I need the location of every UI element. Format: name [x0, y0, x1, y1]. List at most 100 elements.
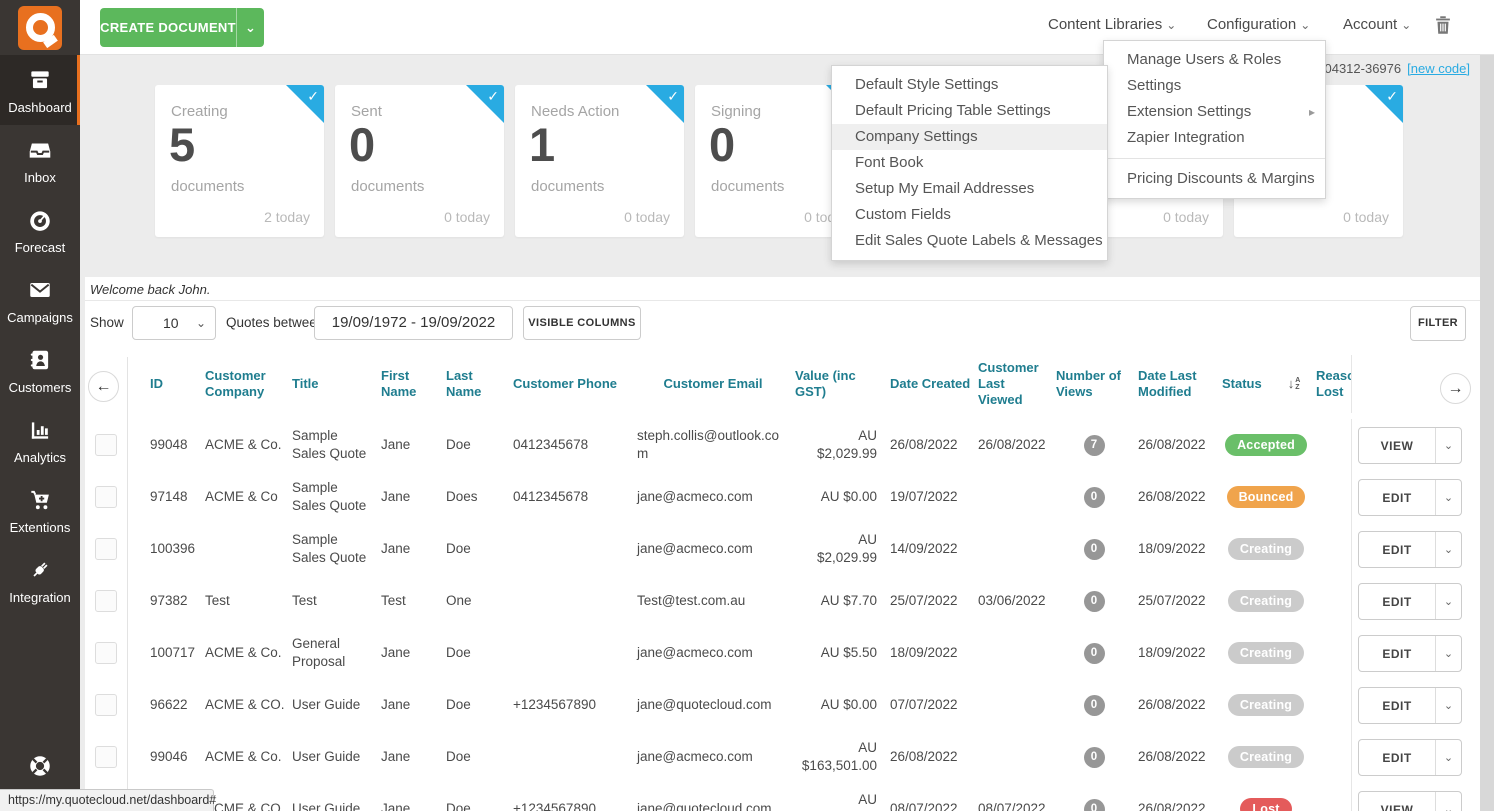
create-document-button[interactable]: CREATE DOCUMENT ⌄ — [100, 8, 264, 47]
card-today-count: 0 today — [624, 209, 670, 225]
edit-button[interactable]: EDIT⌄ — [1358, 687, 1462, 724]
column-header-last[interactable]: Last Name — [446, 368, 513, 401]
cell-created: 26/08/2022 — [890, 436, 978, 454]
edit-button[interactable]: EDIT⌄ — [1358, 531, 1462, 568]
column-header-reason[interactable]: Reason Lost — [1316, 368, 1352, 401]
row-checkbox[interactable] — [95, 694, 117, 716]
chevron-down-icon[interactable]: ⌄ — [1435, 740, 1461, 775]
column-header-created[interactable]: Date Created — [890, 376, 978, 392]
edit-button[interactable]: EDIT⌄ — [1358, 739, 1462, 776]
sidebar-item-customers[interactable]: Customers — [0, 335, 80, 405]
nav-account[interactable]: Account⌄ — [1343, 16, 1411, 33]
sidebar-item-integration[interactable]: Integration — [0, 545, 80, 615]
quotes-between-label: Quotes between — [226, 315, 324, 330]
sidebar-item-forecast[interactable]: Forecast — [0, 195, 80, 265]
row-checkbox[interactable] — [95, 486, 117, 508]
view-button[interactable]: VIEW⌄ — [1358, 791, 1462, 811]
menu-item-extension-settings[interactable]: Extension Settings▸ — [1104, 99, 1325, 125]
edit-button[interactable]: EDIT⌄ — [1358, 583, 1462, 620]
sidebar-item-inbox[interactable]: Inbox — [0, 125, 80, 195]
column-header-phone[interactable]: Customer Phone — [513, 376, 637, 392]
trash-icon[interactable] — [1432, 14, 1454, 38]
column-header-last_viewed[interactable]: Customer Last Viewed — [978, 360, 1056, 409]
views-count-badge: 0 — [1084, 799, 1105, 811]
visible-columns-button[interactable]: VISIBLE COLUMNS — [523, 306, 641, 340]
sidebar-item-campaigns[interactable]: Campaigns — [0, 265, 80, 335]
divider — [85, 300, 1480, 301]
cell-status: Creating — [1222, 746, 1316, 768]
quotecloud-logo-icon[interactable] — [18, 6, 62, 50]
menu-item-custom-fields[interactable]: Custom Fields — [832, 202, 1107, 228]
cell-email: steph.collis@outlook.com — [637, 427, 795, 462]
row-checkbox[interactable] — [95, 590, 117, 612]
nav-content-libraries[interactable]: Content Libraries⌄ — [1048, 16, 1176, 33]
chevron-down-icon[interactable]: ⌄ — [1435, 480, 1461, 515]
card-count: 5 — [169, 117, 195, 172]
row-checkbox[interactable] — [95, 538, 117, 560]
menu-item-setup-my-email-addresses[interactable]: Setup My Email Addresses — [832, 176, 1107, 202]
sidebar-item-extentions[interactable]: Extentions — [0, 475, 80, 545]
nav-configuration[interactable]: Configuration⌄ — [1207, 16, 1310, 33]
edit-button[interactable]: EDIT⌄ — [1358, 479, 1462, 516]
cell-id: 97148 — [128, 488, 205, 506]
cell-created: 14/09/2022 — [890, 540, 978, 558]
column-header-email[interactable]: Customer Email — [637, 376, 795, 392]
row-checkbox[interactable] — [95, 642, 117, 664]
card-unit: documents — [531, 178, 604, 195]
menu-item-font-book[interactable]: Font Book — [832, 150, 1107, 176]
status-card-needs-action[interactable]: ✓Needs Action1documents0 today — [515, 85, 684, 237]
row-checkbox[interactable] — [95, 746, 117, 768]
status-card-sent[interactable]: ✓Sent0documents0 today — [335, 85, 504, 237]
chevron-down-icon[interactable]: ⌄ — [1435, 792, 1461, 811]
browser-status-bar: https://my.quotecloud.net/dashboard# — [0, 789, 214, 811]
column-header-views[interactable]: Number of Views — [1056, 368, 1138, 401]
date-range-input[interactable]: 19/09/1972 - 19/09/2022 — [314, 306, 513, 340]
new-code-link[interactable]: [new code] — [1407, 61, 1470, 76]
column-header-title[interactable]: Title — [292, 376, 381, 392]
check-icon: ✓ — [1386, 88, 1398, 105]
forecast-icon — [27, 220, 53, 237]
chevron-down-icon[interactable]: ⌄ — [236, 8, 264, 47]
column-header-id[interactable]: ID — [128, 376, 205, 392]
view-button[interactable]: VIEW⌄ — [1358, 427, 1462, 464]
menu-item-manage-users-roles[interactable]: Manage Users & Roles — [1104, 47, 1325, 73]
column-header-modified[interactable]: Date Last Modified — [1138, 368, 1222, 401]
scroll-columns-left-button[interactable]: ← — [88, 371, 119, 402]
column-header-company[interactable]: Customer Company — [205, 368, 292, 401]
status-card-creating[interactable]: ✓Creating5documents2 today — [155, 85, 324, 237]
menu-item-zapier-integration[interactable]: Zapier Integration — [1104, 125, 1325, 151]
chevron-down-icon[interactable]: ⌄ — [1435, 688, 1461, 723]
edit-button[interactable]: EDIT⌄ — [1358, 635, 1462, 672]
page-size-select[interactable]: 10 ⌄ — [132, 306, 216, 340]
menu-item-company-settings[interactable]: Company Settings — [832, 124, 1107, 150]
sidebar-item-analytics[interactable]: Analytics — [0, 405, 80, 475]
customers-icon — [27, 360, 53, 377]
chevron-down-icon: ⌄ — [1166, 18, 1176, 32]
menu-item-edit-sales-quote-labels-messages[interactable]: Edit Sales Quote Labels & Messages — [832, 228, 1107, 254]
menu-item-default-style-settings[interactable]: Default Style Settings — [832, 72, 1107, 98]
menu-item-pricing-discounts-margins[interactable]: Pricing Discounts & Margins — [1104, 166, 1325, 192]
chevron-down-icon: ⌄ — [1401, 18, 1411, 32]
scroll-columns-right-button[interactable]: → — [1440, 373, 1471, 404]
cell-title: User Guide — [292, 696, 381, 714]
vertical-scrollbar[interactable] — [1480, 55, 1494, 811]
extentions-icon — [27, 500, 53, 517]
column-header-first[interactable]: First Name — [381, 368, 446, 401]
column-header-status[interactable]: Status↓AZ — [1222, 376, 1316, 392]
cell-email: jane@acmeco.com — [637, 488, 795, 506]
column-header-value[interactable]: Value (inc GST) — [795, 368, 890, 401]
menu-item-default-pricing-table-settings[interactable]: Default Pricing Table Settings — [832, 98, 1107, 124]
row-checkbox[interactable] — [95, 434, 117, 456]
chevron-down-icon[interactable]: ⌄ — [1435, 636, 1461, 671]
cell-views: 0 — [1056, 695, 1138, 716]
cell-value: AU $2,029.99 — [795, 427, 890, 462]
filter-button[interactable]: FILTER — [1410, 306, 1466, 341]
sort-icon[interactable]: ↓AZ — [1288, 376, 1301, 392]
chevron-down-icon[interactable]: ⌄ — [1435, 532, 1461, 567]
action-label: EDIT — [1359, 636, 1435, 671]
chevron-down-icon[interactable]: ⌄ — [1435, 428, 1461, 463]
chevron-down-icon[interactable]: ⌄ — [1435, 584, 1461, 619]
chevron-down-icon: ⌄ — [1300, 18, 1310, 32]
sidebar-item-dashboard[interactable]: Dashboard — [0, 55, 80, 125]
menu-item-settings[interactable]: Settings — [1104, 73, 1325, 99]
